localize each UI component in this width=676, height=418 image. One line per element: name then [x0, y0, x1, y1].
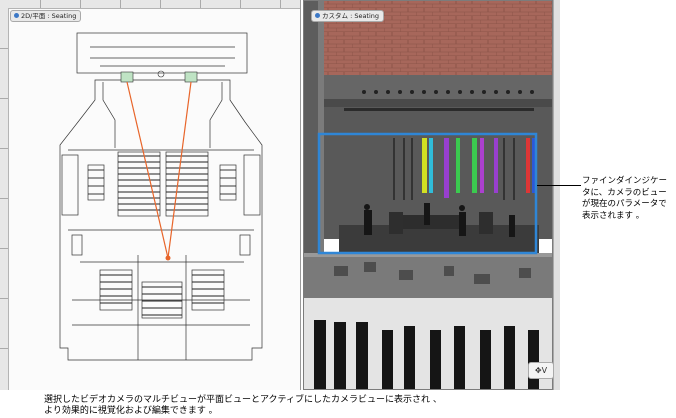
- camera-render: [304, 0, 553, 390]
- floor-plan-drawing: [59, 32, 263, 361]
- caption-line-2: より効果的に視覚化および編集できます 。: [44, 406, 218, 416]
- camera-viewport[interactable]: [303, 0, 553, 390]
- plan-viewport[interactable]: 2D/平面 : Seating: [0, 0, 301, 390]
- finder-callout-text: ファインダインジケータに、カメラのビューが現在のパラメータで表示されます 。: [582, 176, 668, 221]
- viewport-dot-icon: [315, 12, 320, 18]
- camera-viewport-tag[interactable]: カスタム : Seating: [311, 10, 385, 22]
- view-widget-icon: ✥: [534, 366, 542, 375]
- view-widget-button[interactable]: ✥V: [528, 362, 554, 379]
- callout-leader-line: [537, 185, 581, 186]
- camera-sight-lines: [126, 81, 192, 259]
- stage-outline: [76, 32, 248, 74]
- caption-line-1: 選択したビデオカメラのマルチビューが平面ビューとアクティブにしたカメラビューに表…: [44, 395, 442, 405]
- right-ruler: [553, 0, 560, 390]
- figure-caption: 選択したビデオカメラのマルチビューが平面ビューとアクティブにしたカメラビューに表…: [44, 395, 674, 417]
